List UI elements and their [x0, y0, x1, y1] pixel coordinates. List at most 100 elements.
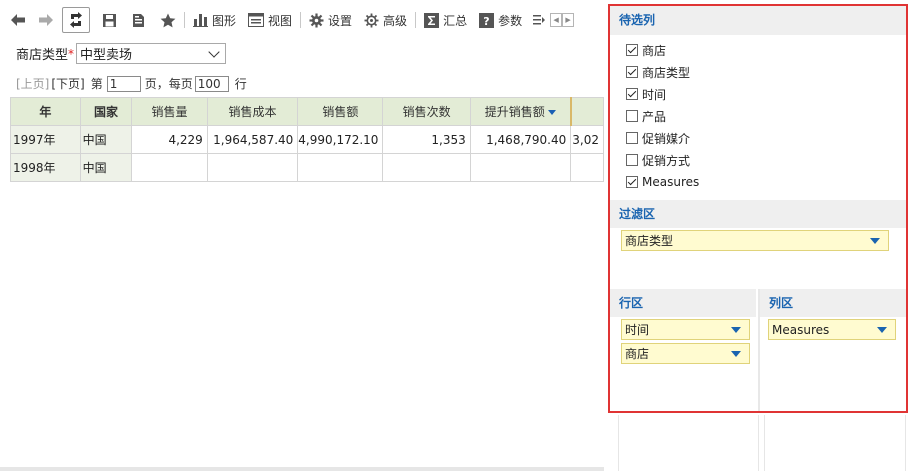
page-size-suffix: 行 [234, 77, 247, 91]
required-mark: * [68, 46, 75, 61]
candidate-label: 产品 [642, 109, 667, 124]
save-button[interactable] [98, 7, 121, 33]
checkbox-checked[interactable] [626, 44, 638, 56]
chart-button-label: 图形 [212, 13, 237, 28]
column-area-title: 列区 [760, 289, 906, 317]
refresh-button[interactable] [62, 7, 90, 33]
col-header-sales-cost[interactable]: 销售成本 [206, 97, 299, 126]
back-button[interactable] [6, 7, 30, 33]
filter-label: 商店类型 [16, 48, 69, 63]
col-header-promo-sales[interactable]: 提升销售额 [469, 97, 572, 126]
candidate-item-product[interactable]: 产品 [610, 105, 906, 127]
page-size-input[interactable]: 100 [194, 75, 229, 92]
candidate-item-time[interactable]: 时间 [610, 83, 906, 105]
cell-country: 中国 [79, 153, 133, 182]
table-row: 1998年 中国 [10, 153, 604, 182]
filter-area-title: 过滤区 [610, 200, 906, 228]
gear-icon [309, 13, 324, 27]
favorite-button[interactable] [156, 7, 180, 33]
chip-label: 时间 [625, 323, 650, 337]
checkbox-unchecked[interactable] [626, 154, 638, 166]
sigma-icon [424, 12, 440, 28]
data-grid: 年 国家 销售量 销售成本 销售额 销售次数 提升销售额 1997年 中国 4,… [10, 97, 604, 195]
more-button[interactable] [530, 7, 548, 33]
candidate-item-store[interactable]: 商店 [610, 39, 906, 61]
params-button[interactable]: ? 参数 [475, 7, 526, 33]
checkbox-unchecked[interactable] [626, 132, 638, 144]
candidate-item-store-type[interactable]: 商店类型 [610, 61, 906, 83]
toolbar-scroll: ◀ ▶ [550, 13, 575, 27]
column-chip-measures[interactable]: Measures [768, 319, 896, 340]
cell-sales-cost [206, 153, 299, 182]
dropdown-arrow-icon[interactable] [731, 350, 741, 357]
store-type-select[interactable]: 中型卖场 [76, 43, 227, 64]
col-header-extra[interactable] [570, 97, 604, 126]
view-button[interactable]: 视图 [244, 7, 296, 33]
settings-button[interactable]: 设置 [305, 7, 356, 33]
chevron-down-icon [208, 45, 220, 58]
chart-button[interactable]: 图形 [189, 7, 240, 33]
pivot-table: 年 国家 销售量 销售成本 销售额 销售次数 提升销售额 1997年 中国 4,… [10, 97, 604, 182]
checkbox-checked[interactable] [626, 176, 638, 188]
toolbar-separator [184, 12, 185, 28]
candidate-label: Measures [642, 175, 700, 189]
checkbox-checked[interactable] [626, 88, 638, 100]
candidate-item-measures[interactable]: Measures [610, 171, 906, 193]
candidate-label: 商店 [642, 43, 667, 58]
row-chip-store[interactable]: 商店 [621, 343, 750, 364]
arrow-left-icon [11, 14, 25, 26]
page-suffix: 页，每页 [144, 77, 193, 91]
save-as-icon [133, 13, 144, 27]
checkbox-unchecked[interactable] [626, 110, 638, 122]
collapse-icon [533, 15, 546, 25]
row-chip-time[interactable]: 时间 [621, 319, 750, 340]
page-prefix: 第 [90, 77, 103, 91]
cell-promo-sales: 1,468,790.40 [469, 125, 572, 154]
scroll-right-icon[interactable]: ▶ [562, 13, 575, 27]
arrow-right-icon [39, 14, 53, 26]
cell-extra [570, 153, 604, 182]
summary-button-label: 汇总 [443, 13, 468, 28]
dropdown-arrow-icon[interactable] [870, 237, 880, 244]
save-as-button[interactable] [127, 7, 150, 33]
scroll-left-icon[interactable]: ◀ [550, 13, 563, 27]
star-icon [160, 13, 176, 27]
field-config-panel: 待选列 商店 商店类型 时间 产品 促销媒介 促销方式 Measures 过滤区… [608, 4, 908, 413]
cell-sales-qty: 4,229 [131, 125, 208, 154]
cell-country: 中国 [79, 125, 133, 154]
cell-sales-count [382, 153, 471, 182]
checkbox-checked[interactable] [626, 66, 638, 78]
summary-button[interactable]: 汇总 [420, 7, 471, 33]
candidate-list: 商店 商店类型 时间 产品 促销媒介 促销方式 Measures [610, 35, 906, 193]
col-header-sales-qty[interactable]: 销售量 [131, 97, 208, 126]
col-header-year[interactable]: 年 [10, 97, 81, 126]
page-number-input[interactable]: 1 [106, 75, 141, 92]
prev-page-link[interactable]: [上页] [16, 75, 49, 92]
store-type-value: 中型卖场 [80, 48, 133, 63]
question-icon: ? [479, 12, 495, 28]
next-page-link[interactable]: [下页] [51, 75, 84, 92]
advanced-button[interactable]: 高级 [360, 7, 411, 33]
candidate-item-promo-method[interactable]: 促销方式 [610, 149, 906, 171]
toolbar-separator [300, 12, 302, 28]
col-header-sales-count[interactable]: 销售次数 [382, 97, 471, 126]
chip-label: 商店类型 [625, 234, 674, 248]
col-header-sales-amount[interactable]: 销售额 [297, 97, 384, 126]
candidate-item-promo-media[interactable]: 促销媒介 [610, 127, 906, 149]
sort-desc-icon[interactable] [547, 110, 556, 115]
filter-chip-store-type[interactable]: 商店类型 [621, 230, 889, 251]
column-area-overflow [764, 415, 906, 471]
dropdown-arrow-icon[interactable] [877, 326, 887, 333]
table-header-row: 年 国家 销售量 销售成本 销售额 销售次数 提升销售额 [10, 97, 604, 126]
advanced-gear-icon [364, 13, 379, 27]
cell-extra: 3,02 [570, 125, 604, 154]
horizontal-scrollbar[interactable] [0, 467, 604, 471]
dropdown-arrow-icon[interactable] [731, 326, 741, 333]
settings-button-label: 设置 [328, 13, 353, 28]
toolbar: 图形 视图 设置 高级 汇总 ? 参数 ◀ ▶ [0, 0, 604, 40]
forward-button[interactable] [34, 7, 58, 33]
row-area-overflow [618, 415, 759, 471]
col-header-country[interactable]: 国家 [79, 97, 133, 126]
store-type-filter: 商店类型 * 中型卖场 [16, 43, 227, 64]
cell-year: 1997年 [10, 125, 81, 154]
